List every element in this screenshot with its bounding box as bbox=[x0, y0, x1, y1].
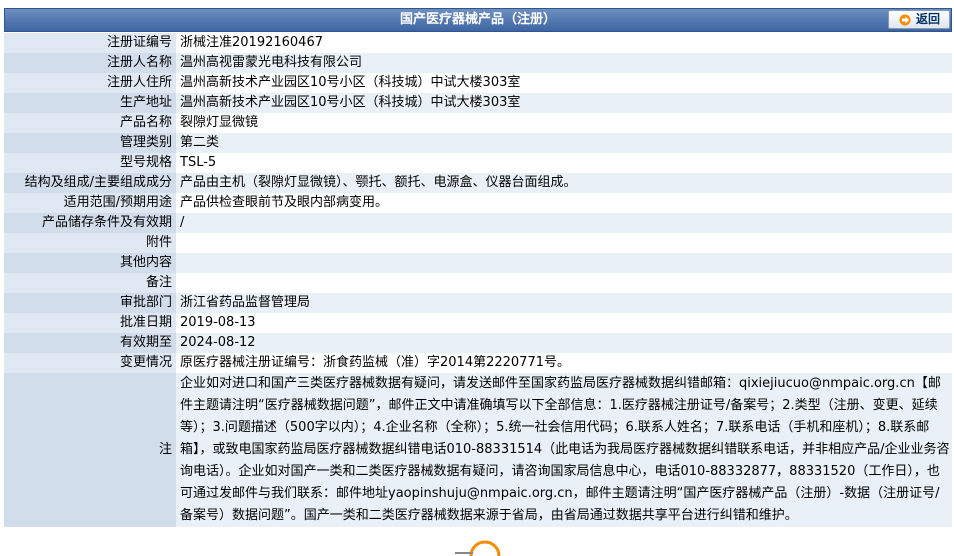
field-label: 结构及组成/主要组成成分 bbox=[4, 173, 176, 193]
table-row: 变更情况 原医疗器械注册证编号：浙食药监械（准）字2014第2220771号。 bbox=[4, 353, 952, 373]
field-value: 裂隙灯显微镜 bbox=[176, 113, 952, 133]
table-row: 审批部门 浙江省药品监督管理局 bbox=[4, 293, 952, 313]
field-value: TSL-5 bbox=[176, 153, 952, 173]
field-value: 温州高新技术产业园区10号小区（科技城）中试大楼303室 bbox=[176, 73, 952, 93]
field-label: 有效期至 bbox=[4, 333, 176, 353]
field-label: 备注 bbox=[4, 273, 176, 293]
field-label: 型号规格 bbox=[4, 153, 176, 173]
registration-detail-table: 注册证编号 浙械注准20192160467 注册人名称 温州高视雷蒙光电科技有限公司… bbox=[4, 33, 952, 527]
table-row: 型号规格 TSL-5 bbox=[4, 153, 952, 173]
field-value bbox=[176, 233, 952, 253]
arrow-right-icon bbox=[899, 14, 911, 25]
field-label: 批准日期 bbox=[4, 313, 176, 333]
field-value: 原医疗器械注册证编号：浙食药监械（准）字2014第2220771号。 bbox=[176, 353, 952, 373]
table-row: 有效期至 2024-08-12 bbox=[4, 333, 952, 353]
field-label: 变更情况 bbox=[4, 353, 176, 373]
field-label: 生产地址 bbox=[4, 93, 176, 113]
field-value: 2024-08-12 bbox=[176, 333, 952, 353]
table-row: 产品名称 裂隙灯显微镜 bbox=[4, 113, 952, 133]
table-row: 其他内容 bbox=[4, 253, 952, 273]
back-button[interactable]: 返回 bbox=[888, 10, 950, 29]
field-value: 温州高视雷蒙光电科技有限公司 bbox=[176, 53, 952, 73]
field-value: 温州高新技术产业园区10号小区（科技城）中试大楼303室 bbox=[176, 93, 952, 113]
field-value bbox=[176, 273, 952, 293]
field-value: 浙江省药品监督管理局 bbox=[176, 293, 952, 313]
field-label: 附件 bbox=[4, 233, 176, 253]
table-row: 注册人住所 温州高新技术产业园区10号小区（科技城）中试大楼303室 bbox=[4, 73, 952, 93]
table-row: 适用范围/预期用途 产品供检查眼前节及眼内部病变用。 bbox=[4, 193, 952, 213]
field-label: 产品储存条件及有效期 bbox=[4, 213, 176, 233]
scroll-top-icon[interactable] bbox=[455, 536, 505, 556]
field-value bbox=[176, 253, 952, 273]
table-row: 注册人名称 温州高视雷蒙光电科技有限公司 bbox=[4, 53, 952, 73]
page: 国产医疗器械产品（注册） 返回 注册证编号 浙械注准20192160467 注册人… bbox=[0, 0, 954, 556]
field-label: 注册人名称 bbox=[4, 53, 176, 73]
field-label: 产品名称 bbox=[4, 113, 176, 133]
page-title: 国产医疗器械产品（注册） bbox=[4, 8, 952, 32]
note-row: 注企业如对进口和国产三类医疗器械数据有疑问，请发送邮件至国家药监局医疗器械数据纠… bbox=[4, 373, 952, 527]
table-row: 管理类别 第二类 bbox=[4, 133, 952, 153]
field-value: 2019-08-13 bbox=[176, 313, 952, 333]
field-value: 产品由主机（裂隙灯显微镜）、颚托、额托、电源盒、仪器台面组成。 bbox=[176, 173, 952, 193]
field-value: 浙械注准20192160467 bbox=[176, 33, 952, 53]
field-label: 适用范围/预期用途 bbox=[4, 193, 176, 213]
table-row: 产品储存条件及有效期 / bbox=[4, 213, 952, 233]
field-label: 管理类别 bbox=[4, 133, 176, 153]
table-row: 备注 bbox=[4, 273, 952, 293]
field-value: / bbox=[176, 213, 952, 233]
field-value: 产品供检查眼前节及眼内部病变用。 bbox=[176, 193, 952, 213]
table-row: 附件 bbox=[4, 233, 952, 253]
field-label: 审批部门 bbox=[4, 293, 176, 313]
note-label: 注 bbox=[4, 373, 176, 527]
note-text[interactable]: 企业如对进口和国产三类医疗器械数据有疑问，请发送邮件至国家药监局医疗器械数据纠错… bbox=[176, 373, 952, 527]
table-row: 生产地址 温州高新技术产业园区10号小区（科技城）中试大楼303室 bbox=[4, 93, 952, 113]
table-row: 注册证编号 浙械注准20192160467 bbox=[4, 33, 952, 53]
field-value: 第二类 bbox=[176, 133, 952, 153]
table-row: 批准日期 2019-08-13 bbox=[4, 313, 952, 333]
field-label: 其他内容 bbox=[4, 253, 176, 273]
table-row: 结构及组成/主要组成成分 产品由主机（裂隙灯显微镜）、颚托、额托、电源盒、仪器台面… bbox=[4, 173, 952, 193]
back-button-label: 返回 bbox=[915, 12, 940, 26]
field-label: 注册人住所 bbox=[4, 73, 176, 93]
field-label: 注册证编号 bbox=[4, 33, 176, 53]
